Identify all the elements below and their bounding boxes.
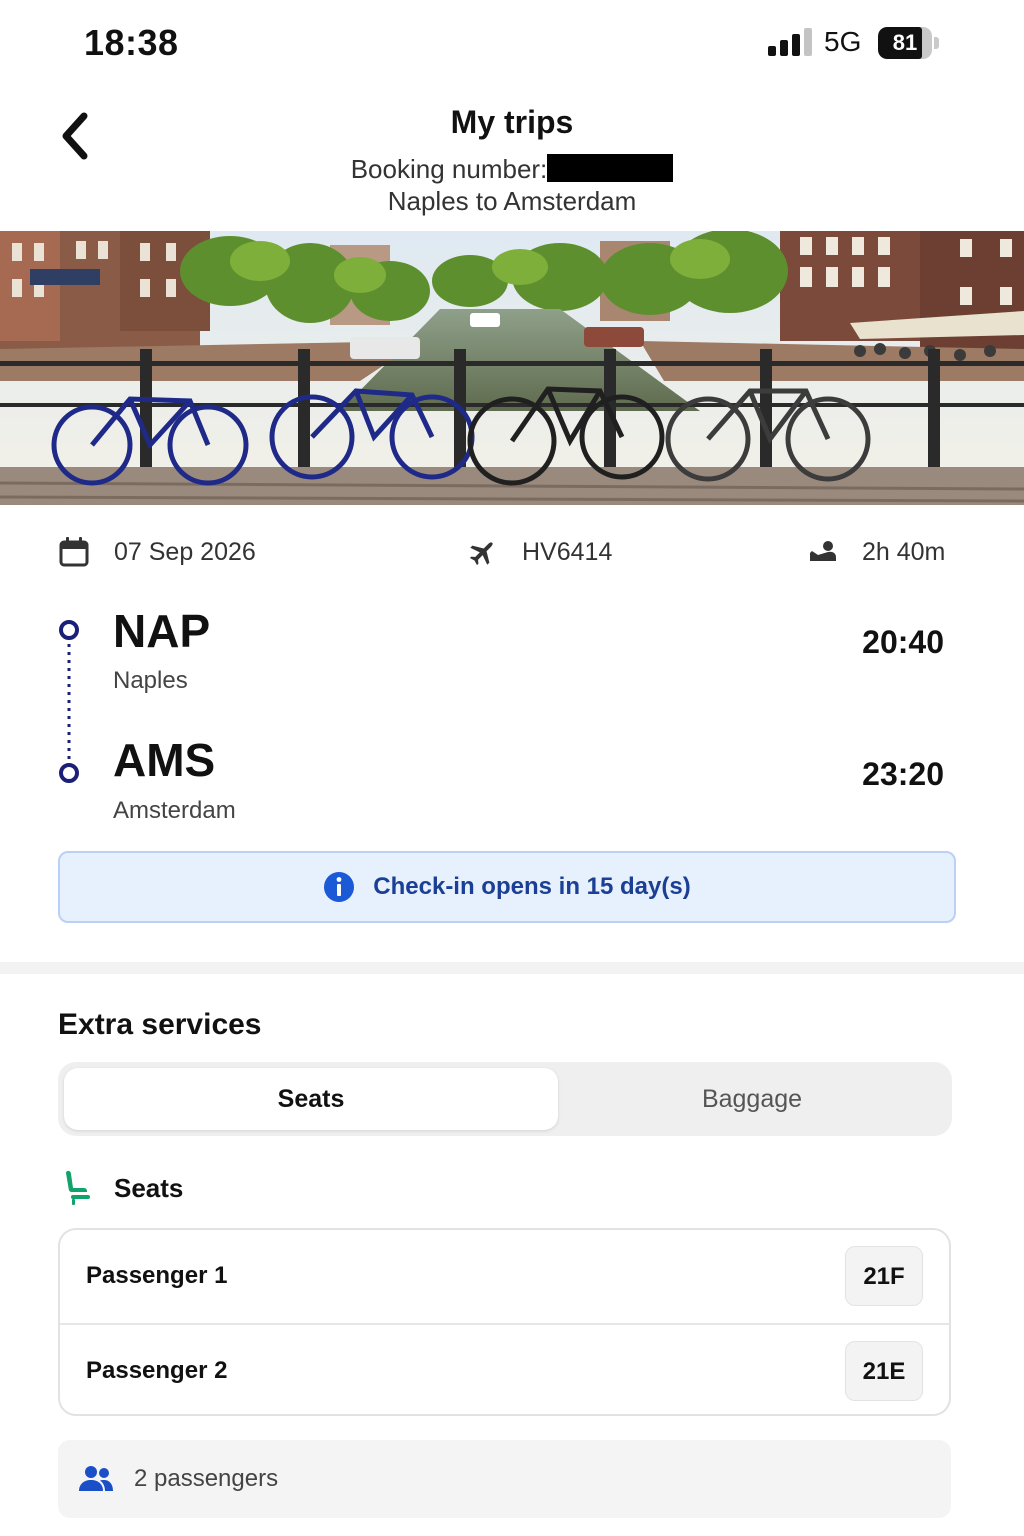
seat-assignments-card: Passenger 1 21F Passenger 2 21E	[58, 1228, 951, 1416]
section-divider	[0, 962, 1024, 974]
booking-number-label: Booking number:	[350, 154, 548, 184]
signal-strength-icon	[768, 28, 812, 56]
destination-image	[0, 231, 1024, 505]
status-time: 18:38	[84, 22, 179, 63]
services-tab-switcher: Seats Baggage	[58, 1062, 952, 1136]
passengers-icon	[79, 1466, 113, 1491]
info-icon	[324, 872, 355, 902]
flight-date-text: 07 Sep 2026	[114, 537, 256, 566]
flight-duration-text: 2h 40m	[862, 537, 946, 566]
trip-route: Naples to Amsterdam	[387, 186, 637, 216]
passenger-count: 2 passengers	[58, 1440, 951, 1518]
departure-time: 20:40	[862, 624, 944, 660]
status-bar: 18:38 5G 81	[0, 0, 1024, 86]
passenger-count-text: 2 passengers	[134, 1465, 279, 1492]
flight-number: HV6414	[468, 530, 612, 574]
arrival-time: 23:20	[862, 756, 944, 792]
seat-number-badge[interactable]: 21E	[845, 1341, 923, 1401]
calendar-icon	[59, 537, 89, 567]
tab-baggage[interactable]: Baggage	[558, 1068, 946, 1130]
page-title: My trips	[450, 104, 574, 140]
departure-airport-code: NAP	[113, 605, 211, 657]
battery-level: 81	[892, 30, 918, 55]
passenger-row[interactable]: Passenger 2 21E	[60, 1323, 949, 1415]
redacted-booking-number	[547, 154, 674, 182]
passenger-name: Passenger 1	[86, 1262, 228, 1289]
network-type: 5G	[824, 26, 862, 57]
flight-duration: 2h 40m	[808, 530, 945, 574]
departure-city: Naples	[113, 667, 188, 694]
passenger-name: Passenger 2	[86, 1357, 228, 1384]
checkin-notice: Check-in opens in 15 day(s)	[58, 851, 956, 923]
duration-seat-icon	[810, 541, 836, 561]
seats-heading-label: Seats	[114, 1172, 184, 1203]
route-timeline	[59, 620, 79, 783]
seat-icon	[66, 1170, 90, 1205]
checkin-notice-text: Check-in opens in 15 day(s)	[373, 873, 691, 900]
page-header: My trips Booking number: Naples to Amste…	[0, 86, 1024, 231]
arrival-airport-code: AMS	[113, 734, 216, 786]
tab-seats[interactable]: Seats	[64, 1068, 558, 1130]
flight-date: 07 Sep 2026	[58, 530, 256, 574]
seats-section-heading: Seats	[62, 1168, 183, 1208]
passenger-row[interactable]: Passenger 1 21F	[60, 1230, 949, 1322]
arrival-city: Amsterdam	[113, 797, 236, 824]
flight-number-text: HV6414	[522, 537, 613, 566]
airplane-icon	[469, 542, 493, 566]
booking-number: Booking number:	[0, 154, 1024, 185]
extra-services-title: Extra services	[58, 1008, 262, 1041]
flight-info-row: 07 Sep 2026 HV6414 2h 40m	[0, 530, 1024, 574]
battery-icon: 81	[878, 27, 940, 59]
seat-number-badge[interactable]: 21F	[845, 1246, 923, 1306]
